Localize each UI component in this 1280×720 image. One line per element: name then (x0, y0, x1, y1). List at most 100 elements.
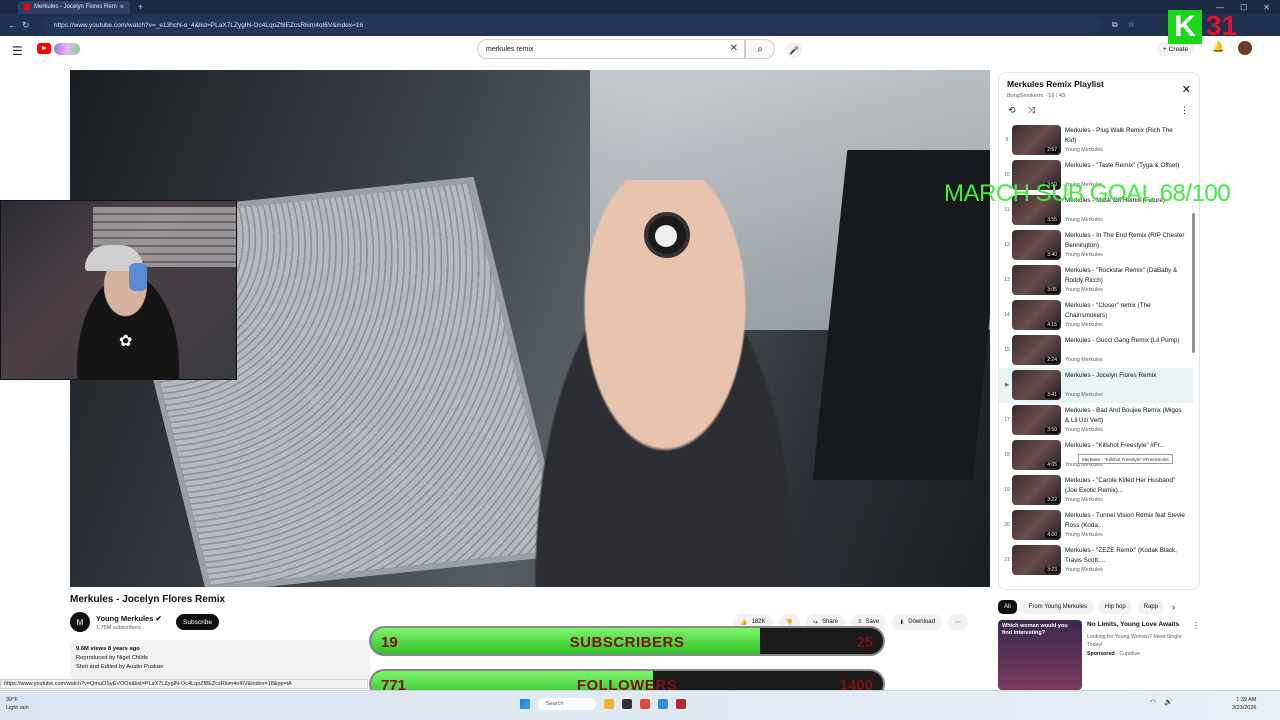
chip-from-channel[interactable]: From Young Merkules (1022, 600, 1094, 614)
chip-rap[interactable]: Rapp (1137, 600, 1165, 614)
back-icon[interactable]: ← (8, 20, 22, 30)
playlist-item-thumbnail[interactable]: 4:00 (1012, 510, 1061, 540)
search-input[interactable]: merkules remix ✕ (477, 39, 745, 59)
subscribe-button[interactable]: Subscribe (176, 614, 219, 630)
playlist-item-title[interactable]: Merkules - In The End Remix (RIP Chester… (1065, 231, 1185, 251)
account-avatar[interactable] (1238, 41, 1252, 55)
start-icon[interactable] (520, 699, 530, 709)
youtube-logo-icon[interactable] (37, 43, 51, 54)
playlist-item-thumbnail[interactable]: 2:24 (1012, 335, 1061, 365)
playlist-item-thumbnail[interactable]: 4:15 (1012, 300, 1061, 330)
playlist-item-title[interactable]: Merkules - "Carole Killed Her Husband" (… (1065, 476, 1185, 496)
subscribers-target: 25 (856, 634, 873, 651)
related-chips: All From Young Merkules Hip hop Rapp › (998, 600, 1175, 614)
playlist-item[interactable]: 20 4:00 Merkules - Tunnel Vision Remix fea… (999, 508, 1193, 543)
playlist-item-channel: Young Merkules (1065, 357, 1103, 363)
playlist-item-thumbnail[interactable]: 4:05 (1012, 440, 1061, 470)
search-button[interactable]: ⌕ (745, 39, 775, 59)
extensions-icon[interactable]: ⧉ (1112, 20, 1118, 30)
youtube-favicon-icon (24, 4, 30, 10)
playlist-item-channel: Young Merkules (1065, 287, 1103, 293)
playlist-item-title[interactable]: Merkules - "Rockstar Remix" (DaBaby & Ro… (1065, 266, 1185, 286)
new-tab-icon[interactable]: + (138, 2, 143, 12)
close-playlist-icon[interactable]: ✕ (1182, 83, 1191, 96)
video-description[interactable]: 9.6M views 8 years ago Reproduced by Nig… (70, 640, 370, 680)
playlist-item-thumbnail[interactable]: 3:41 (1012, 370, 1061, 400)
playlist-item[interactable]: 17 3:50 Merkules - Bad And Boujee Remix (M… (999, 403, 1193, 438)
playlist-item[interactable]: 21 3:23 Merkules - "ZEZE Remix" (Kodak Bla… (999, 543, 1193, 578)
ad-thumbnail[interactable]: Which woman would you find interesting? (998, 620, 1082, 690)
more-actions-button[interactable]: ⋯ (947, 614, 968, 630)
wifi-icon[interactable]: ◠ (1150, 698, 1156, 706)
taskbar-search[interactable]: Search (538, 698, 596, 710)
playlist-item[interactable]: 15 2:24 Merkules - Gucci Gang Remix (Lil P… (999, 333, 1193, 368)
app-icon[interactable] (676, 699, 686, 709)
playlist-item-thumbnail[interactable]: 3:05 (1012, 265, 1061, 295)
favorite-icon[interactable]: ☆ (1128, 20, 1135, 30)
advertiser-name: Cupidive (1119, 651, 1141, 657)
playlist-item-title[interactable]: Merkules - "Closer" remix (The Chainsmok… (1065, 301, 1185, 321)
playlist-item-index: 19 (1004, 487, 1010, 493)
refresh-icon[interactable]: ↻ (22, 20, 36, 31)
scrollbar-thumb[interactable] (1192, 213, 1195, 353)
playlist-item[interactable]: 19 3:22 Merkules - "Carole Killed Her Husb… (999, 473, 1193, 508)
close-window-icon[interactable]: ✕ (1263, 3, 1270, 12)
tab-close-icon[interactable]: × (120, 4, 124, 11)
playlist-item-title[interactable]: Merkules - "Taste Remix" (Tyga & Offset) (1065, 161, 1185, 171)
playlist-item-thumbnail[interactable]: 2:57 (1012, 125, 1061, 155)
playlist-item[interactable]: 13 3:05 Merkules - "Rockstar Remix" (DaBab… (999, 263, 1193, 298)
playlist-item-index: 9 (1005, 137, 1009, 143)
shuffle-icon[interactable]: ⤨ (1028, 105, 1035, 116)
playlist-item[interactable]: 12 3:40 Merkules - In The End Remix (RIP C… (999, 228, 1193, 263)
playlist-item-thumbnail[interactable]: 3:50 (1012, 405, 1061, 435)
channel-avatar[interactable]: M (70, 612, 90, 632)
playlist-item-channel: Young Merkules (1065, 217, 1103, 223)
clear-search-icon[interactable]: ✕ (730, 43, 738, 54)
playlist-item-thumbnail[interactable]: 3:23 (1012, 545, 1061, 575)
edge-icon[interactable] (658, 699, 668, 709)
playlist-item-duration: 3:22 (1045, 497, 1059, 503)
weather-widget[interactable]: 39°F Light rain (6, 696, 29, 712)
more-icon: ⋯ (954, 619, 961, 626)
playlist-item-duration: 2:57 (1045, 147, 1059, 153)
playlist-item-thumbnail[interactable]: 3:40 (1012, 230, 1061, 260)
playlist-item-title[interactable]: Merkules - Plug Walk Remix (Rich The Kid… (1065, 126, 1185, 146)
playlist-item-thumbnail[interactable]: 3:22 (1012, 475, 1061, 505)
volume-icon[interactable]: 🔊 (1164, 698, 1173, 706)
download-button[interactable]: ⬇ Download (892, 614, 942, 630)
browser-tab[interactable]: Merkules - Jocelyn Flores Rem × (18, 0, 130, 14)
playlist-item[interactable]: 9 2:57 Merkules - Plug Walk Remix (Rich Th… (999, 123, 1193, 158)
create-button[interactable]: + Create (1157, 42, 1195, 56)
channel-name-text: Young Merkules (96, 614, 154, 623)
playlist-item-title[interactable]: Merkules - Tunnel Vision Remix feat Stev… (1065, 511, 1185, 531)
verified-icon: ✔ (155, 614, 162, 623)
playlist-item-title[interactable]: Merkules - "ZEZE Remix" (Kodak Black, Tr… (1065, 546, 1185, 566)
youtube-doodle[interactable] (54, 43, 80, 55)
playlist-item-index: 10 (1004, 172, 1010, 178)
playlist-more-icon[interactable]: ⋮ (1180, 105, 1189, 116)
url-field[interactable]: https://www.youtube.com/watch?v=_e13hcN-… (42, 17, 1102, 33)
chip-hip-hop[interactable]: Hip hop (1099, 600, 1132, 614)
voice-search-icon[interactable]: 🎤 (786, 42, 802, 58)
notifications-bell-icon[interactable]: 🔔 (1212, 42, 1224, 53)
clock[interactable]: 1:39 AM 3/23/2026 (1232, 696, 1256, 712)
playlist-item[interactable]: ▶ 3:41 Merkules - Jocelyn Flores Remix Youn… (999, 368, 1193, 403)
playlist-item-title[interactable]: Merkules - "Killshot Freestyle" #Fr... (1065, 441, 1185, 451)
chip-all[interactable]: All (998, 600, 1017, 614)
file-explorer-icon[interactable] (604, 699, 614, 709)
playlist-item-title[interactable]: Merkules - Bad And Boujee Remix (Migos &… (1065, 406, 1185, 426)
ad-more-icon[interactable]: ⋮ (1192, 621, 1200, 630)
terminal-icon[interactable] (622, 699, 632, 709)
playlist-title[interactable]: Merkules Remix Playlist (1007, 79, 1104, 89)
chevron-right-icon[interactable]: › (1172, 602, 1175, 612)
maximize-icon[interactable]: ☐ (1240, 3, 1247, 12)
channel-name[interactable]: Young Merkules ✔ (96, 614, 162, 623)
playlist-item[interactable]: 14 4:15 Merkules - "Closer" remix (The Cha… (999, 298, 1193, 333)
create-label: Create (1168, 45, 1189, 53)
hamburger-menu-icon[interactable]: ☰ (12, 44, 23, 58)
loop-icon[interactable]: ⟲ (1008, 105, 1016, 116)
playlist-item-title[interactable]: Merkules - Gucci Gang Remix (Lil Pump) (1065, 336, 1185, 346)
playlist-item-title[interactable]: Merkules - Jocelyn Flores Remix (1065, 371, 1185, 381)
chrome-icon[interactable] (640, 699, 650, 709)
ad-title[interactable]: No Limits, Young Love Awaits (1087, 621, 1179, 628)
